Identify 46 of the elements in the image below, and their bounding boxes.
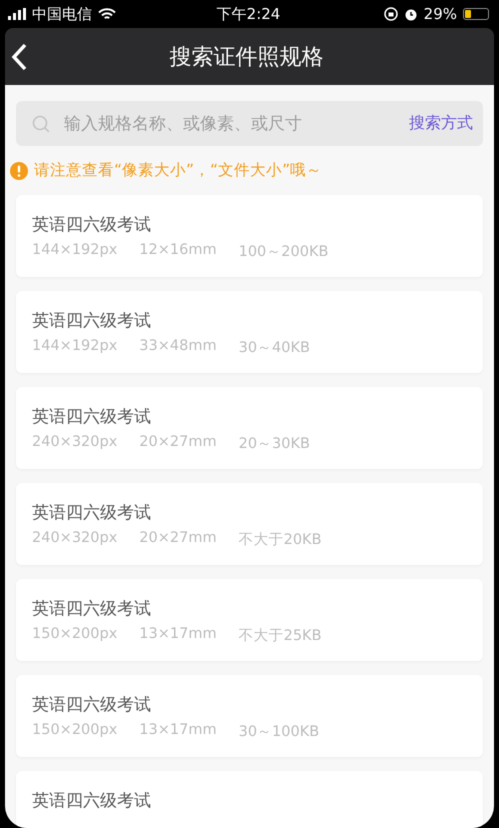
pixel-size: 240×320px <box>32 434 118 452</box>
page-title: 搜索证件照规格 <box>168 44 324 72</box>
signal-icon <box>8 8 26 20</box>
spec-card[interactable]: 英语四六级考试 144×192px 12×16mm 100～200KB <box>16 195 483 277</box>
alarm-icon <box>404 7 418 21</box>
photo-size: 13×17mm <box>139 722 217 740</box>
search-mode-button[interactable]: 搜索方式 <box>409 113 473 134</box>
pixel-size: 150×200px <box>32 626 118 644</box>
photo-size: 20×27mm <box>139 434 217 452</box>
wifi-icon <box>98 8 116 20</box>
file-size: 100～200KB <box>238 243 328 261</box>
spec-card[interactable]: 英语四六级考试 <box>16 771 483 828</box>
spec-card[interactable]: 英语四六级考试 144×192px 33×48mm 30～40KB <box>16 291 483 373</box>
spec-name: 英语四六级考试 <box>32 310 152 332</box>
spec-name: 英语四六级考试 <box>32 790 152 812</box>
file-size: 不大于20KB <box>238 531 322 549</box>
spec-card[interactable]: 英语四六级考试 240×320px 20×27mm 不大于20KB <box>16 483 483 565</box>
file-size: 30～40KB <box>238 339 310 357</box>
photo-size: 20×27mm <box>139 530 217 548</box>
spec-name: 英语四六级考试 <box>32 406 152 428</box>
carrier-name: 中国电信 <box>32 4 92 24</box>
spec-name: 英语四六级考试 <box>32 598 152 620</box>
status-time: 下午2:24 <box>216 4 280 24</box>
file-size: 30～100KB <box>238 723 320 741</box>
spec-name: 英语四六级考试 <box>32 694 152 716</box>
notice-text: 请注意查看“像素大小”，“文件大小”哦～ <box>34 160 322 181</box>
spec-card[interactable]: 英语四六级考试 150×200px 13×17mm 30～100KB <box>16 675 483 757</box>
search-icon <box>32 114 50 132</box>
file-size: 20～30KB <box>238 435 310 453</box>
pixel-size: 144×192px <box>32 242 118 260</box>
battery-percent: 29% <box>424 5 457 23</box>
spec-card[interactable]: 英语四六级考试 150×200px 13×17mm 不大于25KB <box>16 579 483 661</box>
photo-size: 13×17mm <box>139 626 217 644</box>
warning-icon <box>10 162 28 180</box>
pixel-size: 144×192px <box>32 338 118 356</box>
search-field[interactable]: 输入规格名称、或像素、或尺寸 搜索方式 <box>16 101 483 146</box>
spec-card[interactable]: 英语四六级考试 240×320px 20×27mm 20～30KB <box>16 387 483 469</box>
spec-name: 英语四六级考试 <box>32 502 152 524</box>
pixel-size: 240×320px <box>32 530 118 548</box>
battery-icon <box>463 8 489 20</box>
photo-size: 12×16mm <box>139 242 217 260</box>
spec-name: 英语四六级考试 <box>32 214 152 236</box>
rotation-lock-icon <box>384 7 398 21</box>
photo-size: 33×48mm <box>139 338 217 356</box>
file-size: 不大于25KB <box>238 627 322 645</box>
pixel-size: 150×200px <box>32 722 118 740</box>
